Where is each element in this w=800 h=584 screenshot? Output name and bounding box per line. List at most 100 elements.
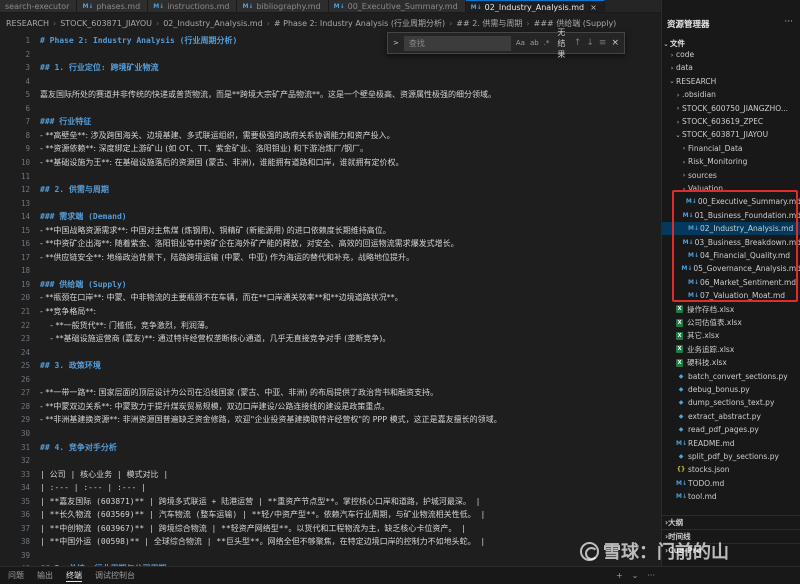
breadcrumb-item[interactable]: RESEARCH	[6, 19, 49, 28]
panel-tab[interactable]: 输出	[37, 570, 53, 581]
explorer-item[interactable]: › STOCK_600750_JIANGZHO...	[662, 102, 800, 115]
breadcrumb-item[interactable]: # Phase 2: Industry Analysis (行业周期分析)	[274, 18, 445, 29]
next-match-icon[interactable]: ↓	[586, 38, 594, 48]
code-line: 11	[0, 170, 661, 183]
explorer-item[interactable]: ◆ extract_abstract.py	[662, 410, 800, 423]
explorer-item[interactable]: X 公司估值表.xlsx	[662, 316, 800, 329]
explorer-item[interactable]: {} stocks.json	[662, 463, 800, 476]
line-number: 4	[25, 76, 30, 86]
breadcrumb-item[interactable]: ## 2. 供需与周期	[456, 18, 522, 29]
chevron-down-icon: ⌄	[675, 130, 681, 139]
line-number: 28	[20, 401, 30, 411]
breadcrumb-item[interactable]: 02_Industry_Analysis.md	[163, 19, 262, 28]
panel-tab[interactable]: 终端	[66, 570, 82, 582]
explorer-item[interactable]: › sources	[662, 169, 800, 182]
explorer-item-label: 操作存档.xlsx	[687, 304, 735, 314]
explorer-item[interactable]: M↓ 00_Executive_Summary.md	[662, 195, 800, 208]
find-input[interactable]	[403, 35, 511, 51]
snowball-logo-icon	[580, 541, 599, 561]
match-case-toggle[interactable]: Aa	[516, 39, 525, 47]
explorer-item[interactable]: X 其它.xlsx	[662, 329, 800, 342]
expand-replace-toggle[interactable]: >	[393, 39, 399, 47]
explorer-item[interactable]: › STOCK_603619_ZPEC	[662, 115, 800, 128]
code-line: 29 - **非洲基建换资源**: 非洲资源国普遍缺乏资金修路，欢迎"企业投资基建…	[0, 413, 661, 426]
explorer-item[interactable]: ⌄ STOCK_603871_JIAYOU	[662, 128, 800, 141]
explorer-item[interactable]: M↓ 01_Business_Foundation.md	[662, 209, 800, 222]
code-line: 20 - **瓶颈在口岸**: 中蒙、中非物流的主要瓶颈不在车辆，而在**口岸通关…	[0, 291, 661, 304]
line-number: 34	[20, 483, 30, 493]
explorer-item[interactable]: ◆ batch_convert_sections.py	[662, 370, 800, 383]
explorer-item[interactable]: M↓ 02_Industry_Analysis.md	[662, 222, 800, 236]
close-icon[interactable]: ×	[590, 3, 597, 12]
panel-tab[interactable]: 问题	[8, 570, 24, 581]
explorer-item[interactable]: › Financial_Data	[662, 142, 800, 155]
explorer-item[interactable]: › Risk_Monitoring	[662, 155, 800, 168]
explorer-item-label: code	[676, 50, 695, 59]
explorer-item[interactable]: ◆ read_pdf_pages.py	[662, 423, 800, 436]
panel-tab[interactable]: 调试控制台	[95, 570, 135, 581]
markdown-file-icon: M↓	[242, 3, 254, 10]
line-number: 22	[20, 320, 30, 330]
line-number: 33	[20, 469, 30, 479]
explorer-item[interactable]: M↓ 06_Market_Sentiment.md	[662, 276, 800, 289]
explorer-item[interactable]: › Valuation	[662, 182, 800, 195]
breadcrumb-item[interactable]: ### 供给端 (Supply)	[534, 18, 617, 29]
sidebar-section-header[interactable]: › 大纲	[662, 515, 800, 529]
line-text: ### 行业特征	[40, 117, 92, 127]
editor-tab[interactable]: M↓ 02_Industry_Analysis.md ×	[465, 0, 605, 12]
line-text: - **一带一路**: 国家层面的顶层设计为公司在沿线国家 (蒙古、中亚、非洲)…	[40, 388, 438, 398]
breadcrumb-item[interactable]: STOCK_603871_JIAYOU	[60, 19, 152, 28]
explorer-item[interactable]: ◆ dump_sections_text.py	[662, 396, 800, 409]
more-actions-icon[interactable]: ···	[784, 17, 793, 27]
explorer-item[interactable]: ◆ split_pdf_by_sections.py	[662, 450, 800, 463]
explorer-item[interactable]: M↓ README.md	[662, 437, 800, 450]
editor-tab[interactable]: M↓ phases.md	[77, 0, 149, 12]
editor-tab[interactable]: M↓ bibliography.md	[237, 0, 329, 12]
explorer-item[interactable]: M↓ 03_Business_Breakdown.md	[662, 236, 800, 249]
explorer-item[interactable]: M↓ tool.md	[662, 490, 800, 503]
markdown-file-icon: M↓	[676, 479, 687, 487]
explorer-item-label: stocks.json	[688, 465, 730, 475]
whole-word-toggle[interactable]: ab	[530, 39, 539, 47]
explorer-item[interactable]: › .obsidian	[662, 88, 800, 101]
explorer-item[interactable]: X 硬科技.xlsx	[662, 356, 800, 369]
explorer-item[interactable]: X 操作存档.xlsx	[662, 303, 800, 316]
editor-tab[interactable]: search-executor	[0, 0, 78, 12]
code-line: 27 - **一带一路**: 国家层面的顶层设计为公司在沿线国家 (蒙古、中亚、非…	[0, 386, 661, 399]
explorer-item[interactable]: ◆ debug_bonus.py	[662, 383, 800, 396]
explorer-item-label: sources	[688, 170, 717, 180]
editor-tab[interactable]: M↓ instructions.md	[148, 0, 238, 12]
python-file-icon: ◆	[678, 386, 684, 393]
explorer-item[interactable]: ⌄ RESEARCH	[662, 75, 800, 88]
explorer-item[interactable]: › data	[662, 61, 800, 74]
explorer-item[interactable]: › code	[662, 48, 800, 61]
explorer-item[interactable]: M↓ 07_Valuation_Moat.md	[662, 289, 800, 302]
tab-label: instructions.md	[167, 2, 230, 11]
code-line: 35 | **嘉友国际 (603871)** | 跨境多式联运 + 陆港运营 | …	[0, 495, 661, 508]
previous-match-icon[interactable]: ↑	[574, 38, 582, 48]
new-terminal-icon[interactable]: +	[616, 571, 623, 580]
find-in-selection-icon[interactable]: ≡	[599, 38, 607, 48]
chevron-down-icon[interactable]: ⌄	[632, 571, 639, 580]
line-text: ## 3. 政策环境	[40, 361, 101, 371]
explorer-item[interactable]: X 业务追踪.xlsx	[662, 343, 800, 356]
chevron-right-icon: ›	[670, 63, 674, 72]
explorer-item-label: 05_Governance_Analysis.md	[693, 264, 800, 274]
markdown-editor[interactable]: 1 # Phase 2: Industry Analysis (行业周期分析) 2 3…	[0, 32, 661, 566]
explorer-item[interactable]: M↓ 04_Financial_Quality.md	[662, 249, 800, 262]
line-number: 1	[25, 36, 30, 45]
explorer-item-label: 07_Valuation_Moat.md	[700, 291, 786, 301]
explorer-item[interactable]: M↓ 05_Governance_Analysis.md	[662, 262, 800, 275]
line-number: 37	[20, 523, 30, 533]
code-line: 23 - **基础设施运营商 (嘉友)**: 通过特许经营权垄断核心通道，几乎无…	[0, 332, 661, 345]
code-line: 16 - **中资矿企出海**: 随着紫金、洛阳钼业等中资矿企在海外矿产能的释放，…	[0, 237, 661, 250]
explorer-item-label: Financial_Data	[688, 143, 743, 153]
editor-tab[interactable]: M↓ 00_Executive_Summary.md	[328, 0, 466, 12]
more-actions-icon[interactable]: ···	[647, 571, 655, 580]
explorer-item[interactable]: M↓ TODO.md	[662, 477, 800, 490]
code-line: 32	[0, 454, 661, 467]
close-icon[interactable]: ×	[611, 38, 619, 48]
regex-toggle[interactable]: .*	[544, 39, 550, 47]
explorer-item-label: STOCK_603871_JIAYOU	[682, 130, 769, 140]
code-line: 21 - **竞争格局**:	[0, 305, 661, 318]
